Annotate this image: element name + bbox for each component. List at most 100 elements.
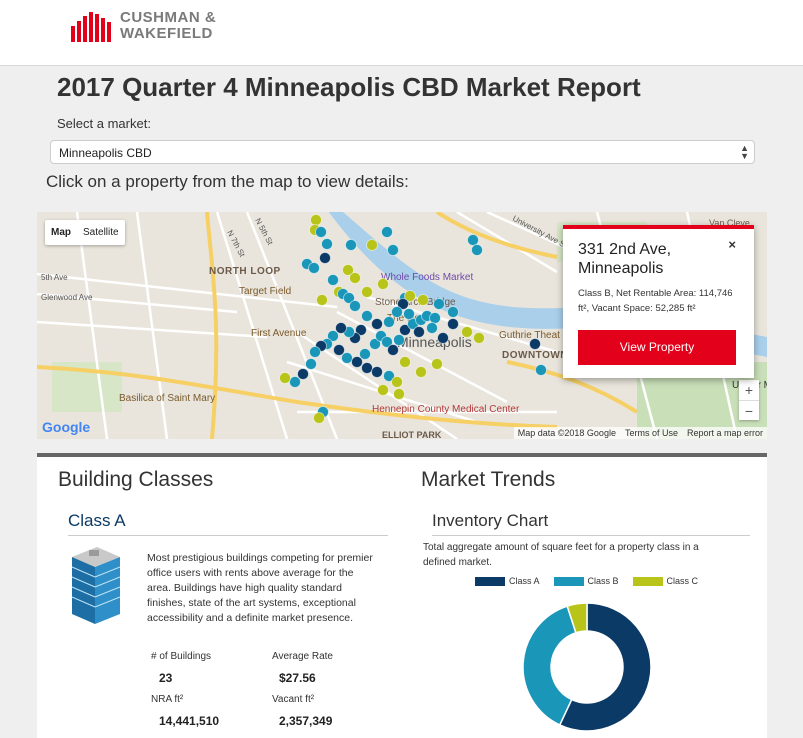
property-marker[interactable] [426,322,438,334]
market-select-value: Minneapolis CBD [59,146,152,160]
cushman-wakefield-logo[interactable]: CUSHMAN & WAKEFIELD [71,10,216,42]
market-select-label: Select a market: [57,116,151,131]
select-caret-icon: ▲ ▼ [740,143,749,161]
map-label-first-avenue: First Avenue [251,328,307,339]
property-marker[interactable] [471,244,483,256]
property-marker[interactable] [316,294,328,306]
legend-label: Class B [587,576,619,586]
property-marker[interactable] [345,239,357,251]
property-marker[interactable] [447,306,459,318]
site-header: CUSHMAN & WAKEFIELD [0,0,803,66]
property-marker[interactable] [535,364,547,376]
legend-swatch [632,576,663,586]
legend-item[interactable]: Class C [632,576,699,586]
property-marker[interactable] [361,286,373,298]
map-type-control[interactable]: Map Satellite [45,220,125,245]
inventory-donut-chart [522,602,652,732]
chart-legend: Class A Class B Class C [475,576,698,586]
property-marker[interactable] [403,308,415,320]
property-marker[interactable] [429,312,441,324]
property-marker[interactable] [349,300,361,312]
office-building-icon [71,547,121,624]
property-marker[interactable] [393,388,405,400]
property-marker[interactable] [377,384,389,396]
property-marker[interactable] [313,412,325,424]
legend-label: Class C [666,576,699,586]
class-a-title: Class A [68,511,388,536]
map-label-basilica: Basilica of Saint Mary [119,393,215,404]
property-marker[interactable] [305,358,317,370]
property-marker[interactable] [391,306,403,318]
property-marker[interactable] [417,294,429,306]
market-select[interactable]: Minneapolis CBD ▲ ▼ [50,140,755,164]
property-marker[interactable] [341,352,353,364]
zoom-control[interactable]: + − [739,380,759,420]
page-title: 2017 Quarter 4 Minneapolis CBD Market Re… [57,72,641,102]
property-marker[interactable] [431,358,443,370]
zoom-out-button[interactable]: − [739,400,759,420]
property-marker[interactable] [308,262,320,274]
property-marker[interactable] [433,298,445,310]
popup-description: Class B, Net Rentable Area: 114,746 ft²,… [578,288,733,314]
legend-item[interactable]: Class B [553,576,619,586]
legend-swatch [553,576,584,586]
property-marker[interactable] [327,274,339,286]
property-marker[interactable] [461,326,473,338]
popup-address: 331 2nd Ave, Minneapolis [578,241,672,277]
logo-line-1: CUSHMAN & [120,9,217,26]
property-marker[interactable] [371,318,383,330]
property-marker[interactable] [279,372,291,384]
map-label-guthrie: Guthrie Theat [499,330,560,341]
property-marker[interactable] [447,318,459,330]
property-marker[interactable] [387,244,399,256]
property-marker[interactable] [366,239,378,251]
close-icon[interactable]: × [728,237,736,252]
map-type-map-button[interactable]: Map [45,220,77,245]
property-marker[interactable] [473,332,485,344]
map-label-fifth-ave: 5th Ave [41,273,68,282]
property-marker[interactable] [377,278,389,290]
donut-slice[interactable] [522,605,577,726]
report-map-error-link[interactable]: Report a map error [687,428,763,438]
map-type-satellite-button[interactable]: Satellite [77,220,125,245]
property-marker[interactable] [467,234,479,246]
terms-of-use-link[interactable]: Terms of Use [625,428,678,438]
legend-item[interactable]: Class A [475,576,540,586]
vacant-value: 2,357,349 [279,714,333,728]
property-marker[interactable] [387,344,399,356]
property-marker[interactable] [359,348,371,360]
property-marker[interactable] [393,334,405,346]
property-marker[interactable] [361,362,373,374]
property-marker[interactable] [289,376,301,388]
property-marker[interactable] [319,252,331,264]
property-marker[interactable] [437,332,449,344]
map-label-whole-foods: Whole Foods Market [381,272,473,283]
google-logo[interactable]: Google [42,419,90,435]
zoom-in-button[interactable]: + [739,380,759,400]
property-marker[interactable] [361,310,373,322]
class-a-description: Most prestigious buildings competing for… [147,552,373,624]
map-instruction: Click on a property from the map to view… [46,172,409,191]
property-marker[interactable] [321,238,333,250]
inventory-chart-description: Total aggregate amount of square feet fo… [423,542,699,568]
property-marker[interactable] [315,226,327,238]
property-marker[interactable] [309,346,321,358]
property-marker[interactable] [381,226,393,238]
property-marker[interactable] [383,316,395,328]
vacant-label: Vacant ft² [272,694,315,705]
average-rate-value: $27.56 [279,671,316,685]
property-marker[interactable] [529,338,541,350]
legend-label: Class A [509,576,540,586]
view-property-button[interactable]: View Property [578,330,736,365]
map-footer: Map data ©2018 Google Terms of Use Repor… [513,427,767,439]
property-marker[interactable] [399,356,411,368]
building-logo-icon [71,12,111,42]
property-marker[interactable] [371,366,383,378]
property-marker[interactable] [310,214,322,226]
legend-swatch [475,576,505,586]
property-marker[interactable] [415,366,427,378]
inventory-chart-title: Inventory Chart [432,511,750,536]
property-marker[interactable] [413,326,425,338]
property-marker[interactable] [349,272,361,284]
property-marker[interactable] [391,376,403,388]
